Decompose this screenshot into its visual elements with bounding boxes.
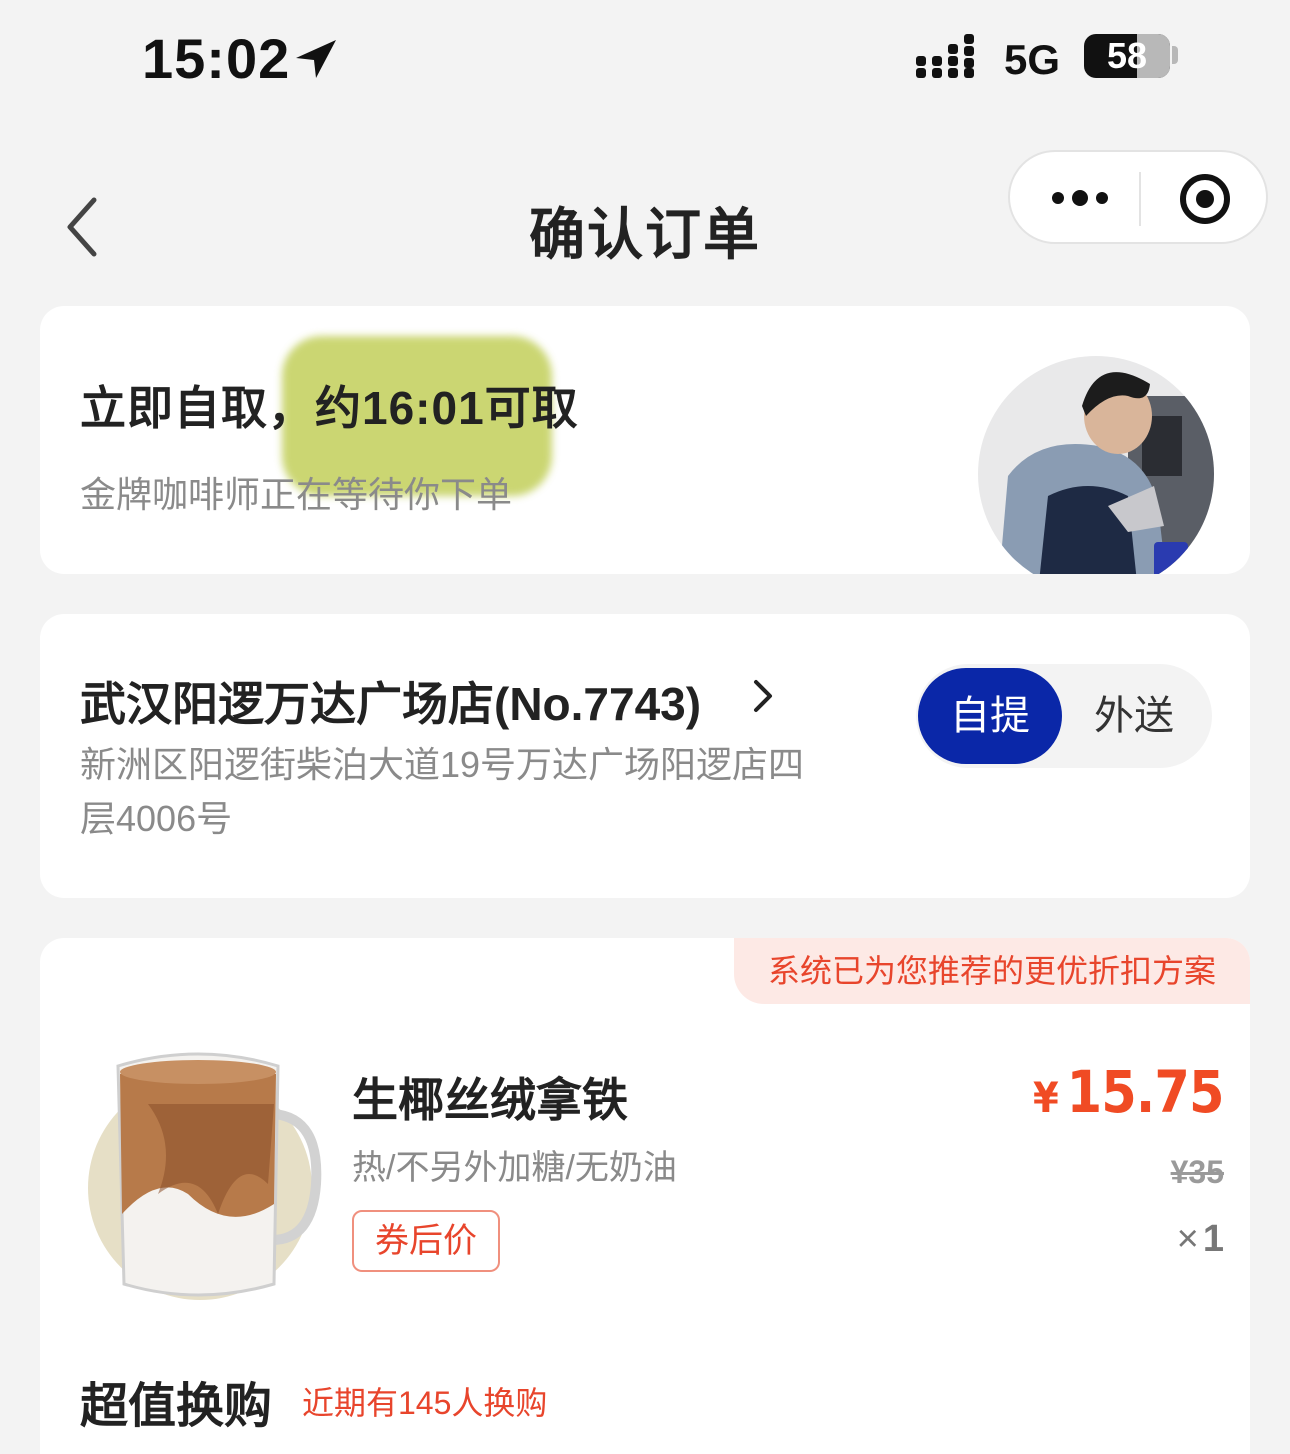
product-image (88, 1052, 322, 1300)
swap-section-note: 近期有145人换购 (302, 1385, 548, 1421)
status-time: 15:02 (142, 27, 291, 90)
original-price: ¥35 (1170, 1154, 1224, 1190)
battery-level: 58 (1106, 35, 1148, 76)
delivery-option[interactable]: 外送 (1062, 668, 1206, 764)
price-value: 15.75 (1066, 1058, 1225, 1126)
swap-section-title: 超值换购 (80, 1380, 273, 1433)
after-coupon-tag: 券后价 (352, 1210, 500, 1272)
barista-image (978, 356, 1214, 574)
price-currency: ¥ (1033, 1073, 1059, 1122)
quantity: × 1 (1177, 1218, 1224, 1261)
pickup-time: 约16:01可取 (315, 382, 579, 434)
signal-icon (916, 34, 974, 78)
product-spec: 热/不另外加糖/无奶油 (352, 1149, 677, 1187)
self-pickup-option[interactable]: 自提 (918, 668, 1062, 764)
battery-tip (1172, 46, 1178, 64)
pickup-title: 立即自取，约16:01可取 (80, 372, 579, 438)
status-bar: 15:02 5G 58 (0, 0, 1290, 120)
recommend-banner: 系统已为您推荐的更优折扣方案 (734, 938, 1250, 1004)
store-card[interactable]: 武汉阳逻万达广场店(No.7743) 新洲区阳逻街柴泊大道19号万达广场阳逻店四… (40, 614, 1250, 898)
pickup-subtitle: 金牌咖啡师正在等待你下单 (80, 474, 513, 515)
delivery-mode-toggle[interactable]: 自提 外送 (916, 664, 1212, 768)
product-price: ¥15.75 (1033, 1058, 1225, 1126)
close-target-icon[interactable] (1178, 172, 1232, 226)
quantity-value: 1 (1202, 1218, 1224, 1260)
network-type: 5G (1004, 36, 1061, 83)
pickup-time-card: 立即自取，约16:01可取 金牌咖啡师正在等待你下单 (40, 306, 1250, 574)
capsule-divider (1139, 172, 1141, 226)
quantity-symbol: × (1176, 1218, 1199, 1260)
pickup-title-prefix: 立即自取， (80, 382, 315, 434)
chevron-right-icon[interactable] (750, 678, 776, 714)
mini-program-capsule (1008, 150, 1268, 244)
battery-icon: 58 (1084, 34, 1170, 78)
more-options-icon[interactable] (1050, 185, 1110, 211)
location-arrow-icon (296, 40, 336, 78)
order-items-card: 系统已为您推荐的更优折扣方案 生椰丝绒拿铁 热/不另外加糖/无奶油 券后价 ¥1… (40, 938, 1250, 1454)
product-name: 生椰丝绒拿铁 (352, 1074, 628, 1126)
store-name[interactable]: 武汉阳逻万达广场店(No.7743) (80, 668, 701, 734)
store-address: 新洲区阳逻街柴泊大道19号万达广场阳逻店四层4006号 (80, 744, 805, 839)
